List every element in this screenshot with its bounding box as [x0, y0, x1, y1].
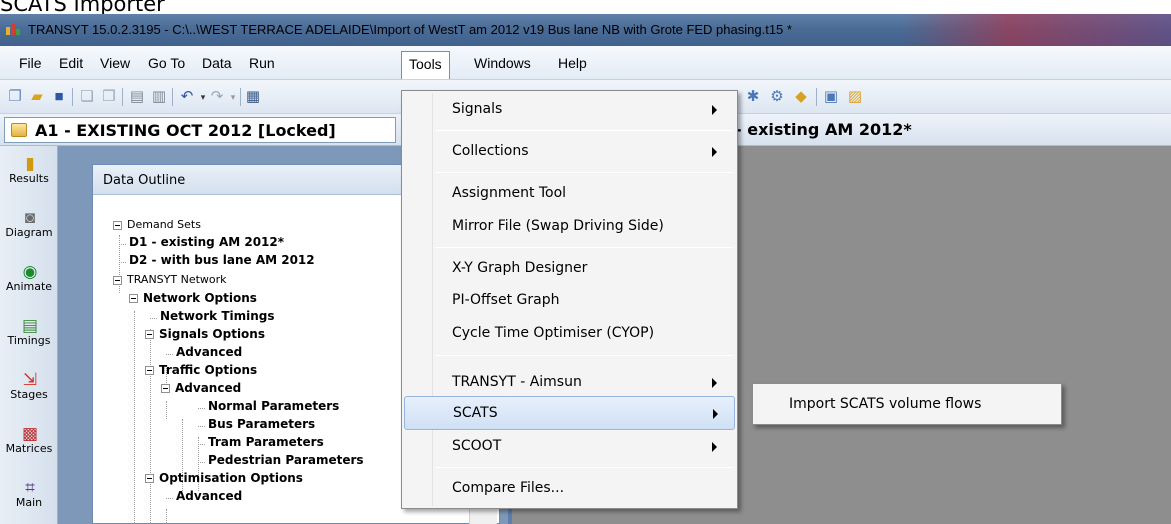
new-icon[interactable]: ❐ [6, 88, 24, 106]
menu-data[interactable]: Data [195, 53, 239, 73]
print-preview-icon[interactable]: ▥ [150, 88, 168, 106]
timings-icon: ▤ [21, 316, 39, 335]
menu-run[interactable]: Run [242, 53, 282, 73]
menu-bar: File Edit View Go To Data Run Tools Wind… [0, 46, 1171, 80]
menu-item-xy-graph-designer[interactable]: X-Y Graph Designer [404, 252, 735, 286]
menu-item-signals[interactable]: Signals [404, 93, 735, 127]
animate-button[interactable]: ◉ Animate [2, 258, 56, 312]
submenu-arrow-icon [713, 409, 718, 419]
transyt-app-icon [6, 23, 22, 37]
menu-help[interactable]: Help [551, 53, 594, 73]
collapse-icon[interactable] [113, 276, 122, 285]
menu-file[interactable]: File [12, 53, 49, 73]
copy-icon[interactable]: ❏ [78, 88, 96, 106]
menu-go-to[interactable]: Go To [141, 53, 192, 73]
submenu-arrow-icon [712, 105, 717, 115]
signal-icon[interactable]: ◆ [792, 88, 810, 106]
analysis-icon [11, 123, 27, 137]
menu-item-cycle-time-optimiser[interactable]: Cycle Time Optimiser (CYOP) [404, 317, 735, 351]
window-title: TRANSYT 15.0.2.3195 - C:\..\WEST TERRACE… [28, 22, 792, 37]
menu-edit[interactable]: Edit [52, 53, 90, 73]
menu-item-collections[interactable]: Collections [404, 135, 735, 169]
submenu-arrow-icon [712, 442, 717, 452]
demand-set-label[interactable]: - existing AM 2012* [735, 120, 912, 139]
diagram-button[interactable]: ◙ Diagram [2, 204, 56, 258]
menu-item-scats[interactable]: SCATS [404, 396, 735, 430]
tools-dropdown-menu: Signals Collections Assignment Tool Mirr… [401, 90, 738, 509]
matrices-button[interactable]: ▩ Matrices [2, 420, 56, 474]
animate-icon: ◉ [22, 262, 38, 281]
print-icon[interactable]: ▤ [128, 88, 146, 106]
collapse-icon[interactable] [145, 474, 154, 483]
menu-item-scoot[interactable]: SCOOT [404, 430, 735, 464]
main-icon: ⌗ [25, 478, 35, 497]
scats-submenu: Import SCATS volume flows [752, 383, 1062, 425]
collapse-icon[interactable] [161, 384, 170, 393]
collapse-icon[interactable] [145, 330, 154, 339]
app-window: TRANSYT 15.0.2.3195 - C:\..\WEST TERRACE… [0, 14, 1171, 524]
stages-icon: ⇲ [22, 370, 38, 389]
left-button-bar: ▮ Results ◙ Diagram ◉ Animate ▤ Timings … [0, 146, 58, 524]
menu-tools[interactable]: Tools [401, 51, 450, 79]
submenu-arrow-icon [712, 147, 717, 157]
menu-item-pi-offset-graph[interactable]: PI-Offset Graph [404, 284, 735, 318]
save-icon[interactable]: ■ [50, 88, 68, 106]
title-bar: TRANSYT 15.0.2.3195 - C:\..\WEST TERRACE… [0, 14, 1171, 46]
analysis-label: A1 - EXISTING OCT 2012 [Locked] [35, 121, 336, 140]
report-icon[interactable]: ▣ [822, 88, 840, 106]
menu-item-transyt-aimsun[interactable]: TRANSYT - Aimsun [404, 366, 735, 400]
submenu-arrow-icon [712, 378, 717, 388]
network-icon[interactable]: ▦ [244, 88, 262, 106]
stages-button[interactable]: ⇲ Stages [2, 366, 56, 420]
export-icon[interactable]: ▨ [846, 88, 864, 106]
analysis-selector[interactable]: A1 - EXISTING OCT 2012 [Locked] [4, 117, 396, 143]
results-icon: ▮ [25, 154, 35, 173]
menu-item-compare-files[interactable]: Compare Files... [404, 472, 735, 506]
diagram-icon: ◙ [24, 208, 36, 227]
results-button[interactable]: ▮ Results [2, 150, 56, 204]
collapse-icon[interactable] [113, 221, 122, 230]
menu-item-mirror-file[interactable]: Mirror File (Swap Driving Side) [404, 210, 735, 244]
open-folder-icon[interactable]: ▰ [28, 88, 46, 106]
matrices-icon: ▩ [21, 424, 39, 443]
menu-item-assignment-tool[interactable]: Assignment Tool [404, 177, 735, 211]
main-button[interactable]: ⌗ Main [2, 474, 56, 524]
collapse-icon[interactable] [129, 294, 138, 303]
run-icon[interactable]: ✱ [744, 88, 762, 106]
collapse-icon[interactable] [145, 366, 154, 375]
timings-button[interactable]: ▤ Timings [2, 312, 56, 366]
optimise-icon[interactable]: ⚙ [768, 88, 786, 106]
data-outline-title: Data Outline [103, 173, 186, 188]
menu-item-import-scats-volume-flows[interactable]: Import SCATS volume flows [789, 396, 981, 412]
paste-icon[interactable]: ❒ [100, 88, 118, 106]
menu-view[interactable]: View [93, 53, 137, 73]
menu-windows[interactable]: Windows [467, 53, 538, 73]
